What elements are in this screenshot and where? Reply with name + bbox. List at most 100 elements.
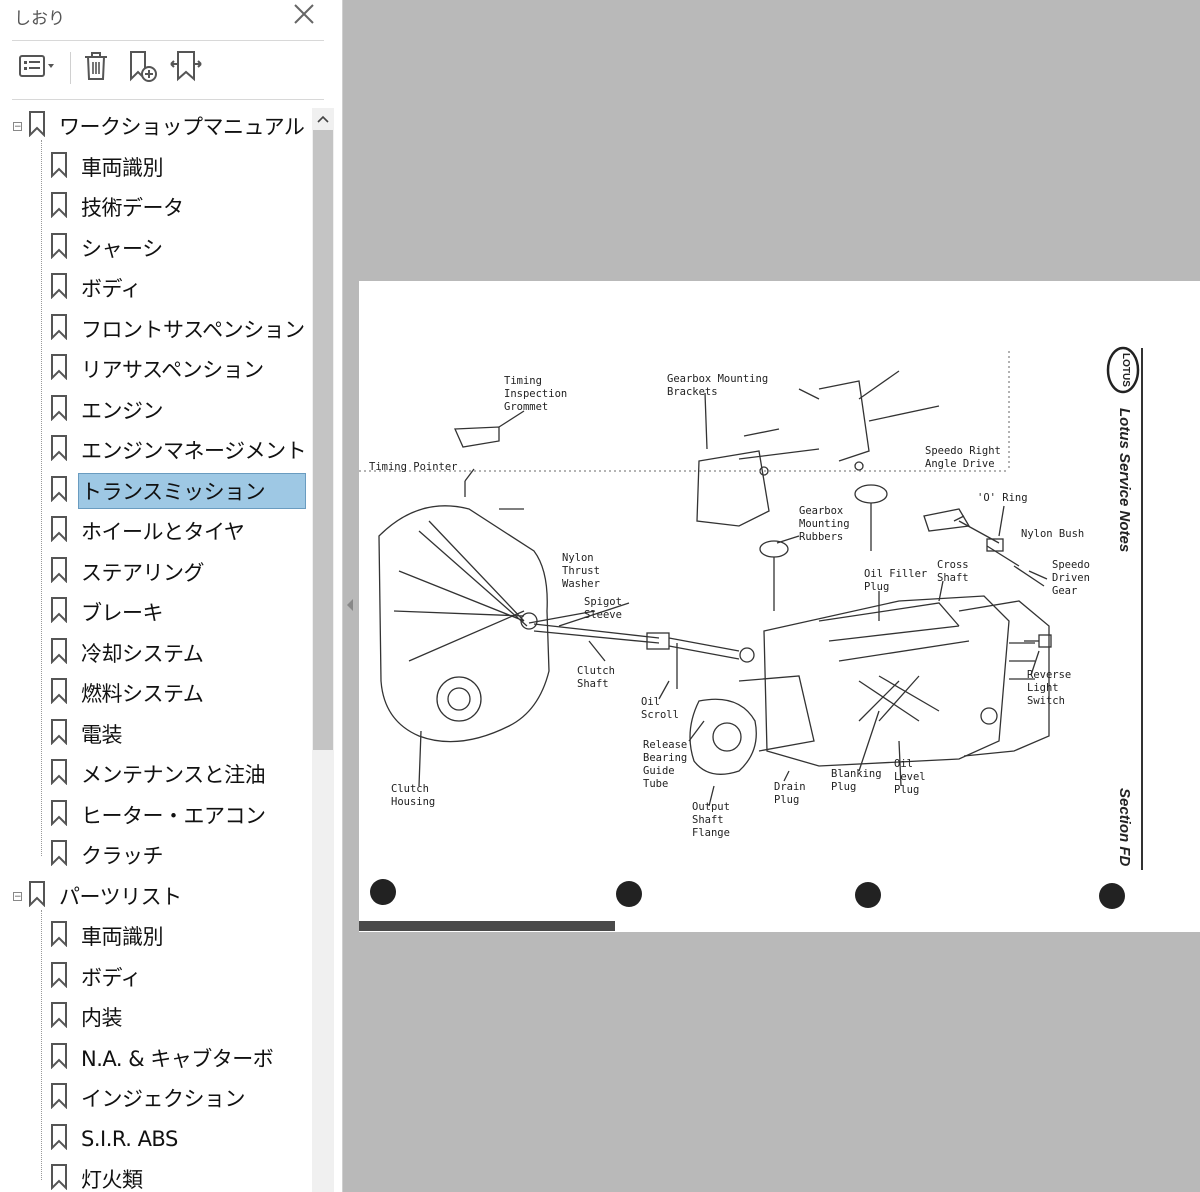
diagram-label: Cross Shaft [937,559,969,584]
scroll-up-arrow-icon[interactable] [312,108,334,130]
bookmark-item-label: 技術データ [81,196,184,220]
bookmark-item[interactable]: 内装 [50,997,125,1037]
bookmark-item[interactable]: ボディ [50,268,144,308]
bookmark-item[interactable]: クラッチ [50,835,166,875]
bookmark-item[interactable]: 冷却システム [50,633,206,673]
list-options-icon [18,53,58,83]
bookmark-item-label: 車両識別 [81,155,164,180]
collapse-toggle-icon[interactable]: − [13,891,22,901]
diagram-label: Reverse Light Switch [1027,669,1072,707]
expand-bookmark-button[interactable] [166,48,206,88]
bookmark-item[interactable]: メンテナンスと注油 [50,754,268,794]
bookmark-item[interactable]: 燃料システム [50,673,206,713]
bookmark-item-label: 電装 [81,722,123,747]
bookmark-item[interactable]: 車両識別 [50,916,166,956]
bookmark-item[interactable]: ステアリング [50,552,207,592]
diagram-label: Clutch Housing [391,783,436,808]
side-brand-text: Lotus Service Notes [1116,408,1133,552]
diagram-label: Gearbox Mounting Rubbers [799,505,850,543]
bookmark-item-label: ボディ [81,277,142,301]
diagram-label: Oil Level Plug [894,758,926,796]
bookmark-group-label: パーツリスト [59,884,182,909]
document-page: Timing Inspection Grommet Gearbox Mounti… [359,281,1200,932]
panel-title: しおり [14,9,65,29]
divider [12,40,324,41]
bookmark-icon [50,961,78,992]
diagram-label: Speedo Driven Gear [1052,559,1090,597]
bookmark-icon [50,799,78,830]
bookmark-icon [50,232,78,263]
bookmark-item-label: 燃料システム [81,682,204,706]
bookmark-icon [50,151,78,182]
section-label: Section FD [1116,788,1133,867]
bookmark-group-label: ワークショップマニュアル [59,115,305,139]
diagram-label: 'O' Ring [977,492,1028,504]
bookmark-item-label: ボディ [81,965,142,990]
bookmark-icon [50,597,78,627]
scrollbar-thumb[interactable] [313,130,333,750]
delete-bookmark-button[interactable] [78,48,114,88]
bookmark-icon [50,394,78,425]
bookmark-item-label: 内装 [81,1006,123,1030]
bookmark-icon [50,1083,78,1113]
bookmarks-panel: しおり − ワークショップマニュアル 車両識別 技術データ シャーシ ボディ フロン [0,0,343,1192]
bookmark-icon [50,313,78,344]
bookmark-item[interactable]: 車両識別 [50,147,166,187]
bookmark-item[interactable]: トランスミッション [50,471,306,511]
bookmark-item[interactable]: インジェクション [50,1078,248,1118]
punch-hole [855,882,881,908]
bookmark-item[interactable]: S.I.R. ABS [50,1119,181,1159]
diagram-label: Nylon Bush [1021,528,1085,540]
bookmark-item[interactable]: ヒーター・エアコン [50,795,269,835]
bookmark-item-label: フロントサスペンション [81,317,305,342]
bookmark-icon [50,354,78,384]
bookmark-icon [50,475,78,506]
lotus-logo: LOTUS [1106,346,1140,394]
diagram-label: Clutch Shaft [577,665,615,690]
diagram-label: Nylon Thrust Washer [562,552,600,590]
new-bookmark-button[interactable] [122,48,162,88]
bookmark-item[interactable]: エンジンマネージメント [50,430,309,470]
bookmark-item-label: エンジン [81,398,164,423]
diagram-label: Output Shaft Flange [692,801,730,839]
side-branding: LOTUS Lotus Service Notes Section FD [1100,340,1160,880]
punch-hole [616,881,642,907]
bookmark-icon [50,718,78,749]
bookmark-icon [50,921,78,951]
diagram-label: Timing Inspection Grommet [504,375,568,413]
bookmark-item-label: エンジンマネージメント [81,439,307,463]
bookmark-item[interactable]: 技術データ [50,187,187,227]
bookmark-add-icon [125,49,159,87]
toolbar-separator [70,52,71,84]
bookmark-icon [50,435,78,465]
bookmark-group[interactable]: パーツリスト [28,876,185,916]
collapse-panel-icon[interactable] [343,590,357,620]
bookmark-item[interactable]: エンジン [50,390,166,430]
tree-guide-line [41,909,42,1180]
bookmark-icon [50,678,78,708]
bookmark-item[interactable]: 電装 [50,714,125,754]
bookmark-item-label: シャーシ [81,236,163,261]
diagram-label: Gearbox Mounting Brackets [667,373,769,398]
options-menu-button[interactable] [14,48,62,88]
bookmark-item[interactable]: リアサスペンション [50,349,267,389]
bookmark-item-label: メンテナンスと注油 [81,763,266,787]
bookmark-item[interactable]: ホイールとタイヤ [50,511,247,551]
bookmark-item[interactable]: シャーシ [50,228,166,268]
bookmark-item[interactable]: ブレーキ [50,592,166,632]
bookmark-item-label: ステアリング [81,560,205,585]
punch-hole [1099,883,1125,909]
svg-text:LOTUS: LOTUS [1120,353,1131,387]
bookmark-icon [50,840,78,870]
bookmark-group[interactable]: ワークショップマニュアル [28,106,307,146]
diagram-label: Blanking Plug [831,768,882,793]
punch-hole [370,879,396,905]
bookmark-item-label: ホイールとタイヤ [81,520,245,544]
bookmark-item[interactable]: フロントサスペンション [50,309,308,349]
bookmark-item[interactable]: ボディ [50,957,144,997]
collapse-toggle-icon[interactable]: − [13,122,22,132]
bookmark-item[interactable]: N.A. & キャブターボ [50,1038,276,1078]
bookmark-item[interactable]: 灯火類 [50,1159,146,1192]
close-icon[interactable] [286,0,322,28]
diagram-label: Speedo Right Angle Drive [925,445,1001,470]
